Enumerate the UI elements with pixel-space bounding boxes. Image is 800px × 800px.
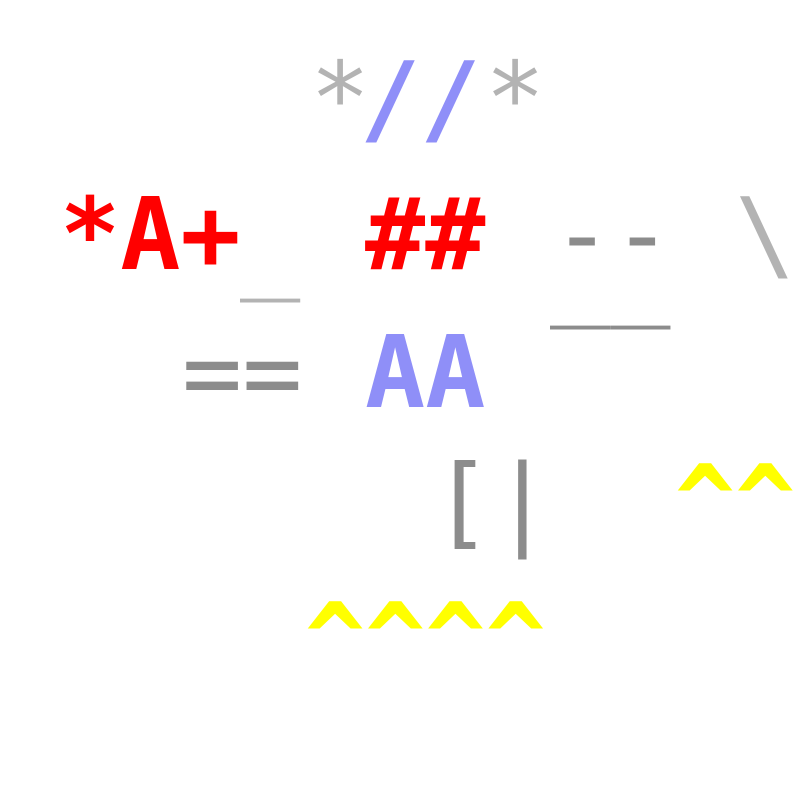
backslash: \ — [735, 176, 796, 293]
double-hash: ## — [365, 176, 486, 293]
long-underline: __ — [550, 213, 671, 330]
underscore-small: _ — [240, 186, 301, 303]
double-a: AA — [365, 314, 486, 431]
double-slash: // — [360, 40, 481, 157]
star-a-plus: *A+ — [60, 176, 241, 293]
comment-asterisk-close: * — [485, 40, 546, 157]
caret-pair: ^^ — [675, 443, 796, 560]
double-equals: == — [182, 314, 303, 431]
caret-quad: ^^^^ — [305, 581, 546, 698]
bracket-pipe: [| — [432, 443, 553, 560]
